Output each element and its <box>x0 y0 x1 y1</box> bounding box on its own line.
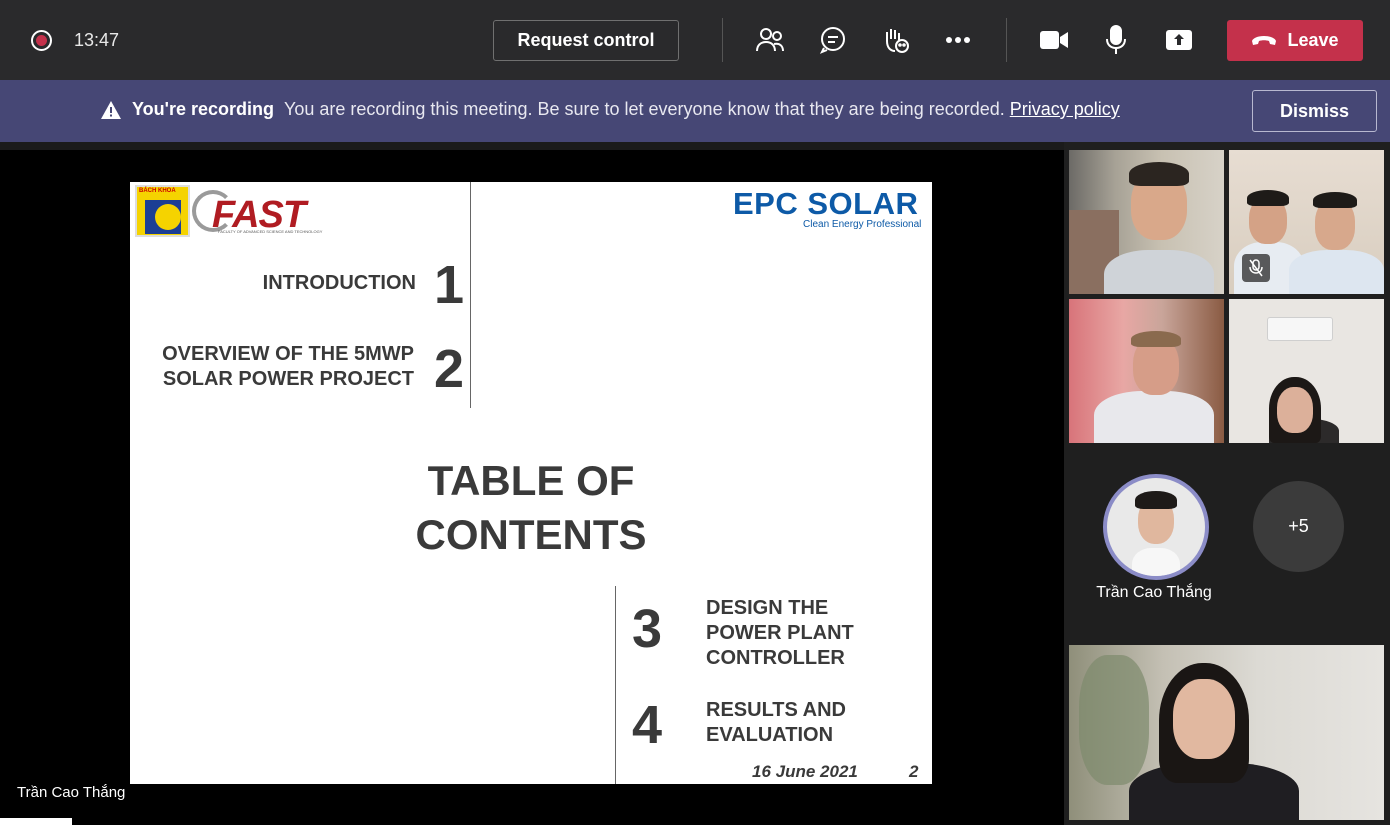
dismiss-button[interactable]: Dismiss <box>1252 90 1377 132</box>
toc-item-3-number: 3 <box>632 599 663 659</box>
toc-item-2-number: 2 <box>434 339 465 399</box>
muted-icon <box>1242 254 1270 282</box>
slide-divider <box>470 182 471 408</box>
meeting-toolbar: 13:47 Request control Leave <box>0 0 1390 80</box>
fast-logo-subtitle: FACULTY OF ADVANCED SCIENCE AND TECHNOLO… <box>218 229 323 234</box>
leave-label: Leave <box>1287 30 1339 50</box>
camera-icon[interactable] <box>1036 22 1072 58</box>
warning-icon <box>101 100 121 119</box>
participant-name: Trần Cao Thắng <box>1096 584 1212 601</box>
toc-item-3-label: DESIGN THE POWER PLANT CONTROLLER <box>706 597 854 669</box>
epc-solar-tagline: Clean Energy Professional <box>803 219 922 230</box>
slide-title: TABLE OF CONTENTS <box>415 457 647 558</box>
raise-hand-icon[interactable] <box>878 22 914 58</box>
leave-button[interactable]: Leave <box>1227 20 1363 61</box>
share-screen-icon[interactable] <box>1161 22 1197 58</box>
shared-slide: BÁCH KHOA FAST FACULTY OF ADVANCED SCIEN… <box>130 182 932 784</box>
fast-logo: FAST FACULTY OF ADVANCED SCIENCE AND TEC… <box>192 186 323 238</box>
toolbar-divider <box>722 18 723 62</box>
bach-khoa-logo: BÁCH KHOA <box>135 185 190 237</box>
toc-item-2-label: OVERVIEW OF THE 5MWP SOLAR POWER PROJECT <box>162 343 414 390</box>
participants-icon[interactable] <box>752 22 788 58</box>
microphone-icon[interactable] <box>1098 22 1134 58</box>
participant-avatar[interactable] <box>1103 474 1209 580</box>
bach-khoa-logo-text: BÁCH KHOA <box>139 188 176 194</box>
toolbar-divider <box>1006 18 1007 62</box>
request-control-button[interactable]: Request control <box>493 20 679 61</box>
participant-video-tile[interactable] <box>1069 150 1224 294</box>
toc-item-4-label: RESULTS AND EVALUATION <box>706 699 846 746</box>
slide-page-number: 2 <box>909 762 919 781</box>
meeting-timer: 13:47 <box>74 30 120 50</box>
participant-video-tile[interactable] <box>1069 299 1224 443</box>
slide-divider <box>615 586 616 784</box>
recording-indicator-icon <box>31 30 52 51</box>
more-options-icon[interactable] <box>940 22 976 58</box>
banner-title: You're recording <box>132 99 274 119</box>
banner-message: You are recording this meeting. Be sure … <box>283 99 1005 119</box>
toc-item-1-number: 1 <box>434 255 465 315</box>
epc-solar-logo: EPC SOLAR <box>733 186 919 221</box>
recording-banner: You're recording You are recording this … <box>0 80 1390 142</box>
toc-item-1-label: INTRODUCTION <box>262 272 416 294</box>
slide-date: 16 June 2021 <box>752 762 858 781</box>
more-participants-button[interactable]: +5 <box>1253 481 1344 572</box>
toc-item-4-number: 4 <box>632 695 663 755</box>
chat-icon[interactable] <box>815 22 851 58</box>
presenter-name-label: Trần Cao Thắng <box>17 784 126 801</box>
participant-video-tile[interactable] <box>1229 299 1384 443</box>
participant-video-tile[interactable] <box>1069 645 1384 820</box>
hang-up-icon <box>1252 35 1277 45</box>
presenter-indicator <box>0 818 72 825</box>
privacy-policy-link[interactable]: Privacy policy <box>1010 99 1120 120</box>
